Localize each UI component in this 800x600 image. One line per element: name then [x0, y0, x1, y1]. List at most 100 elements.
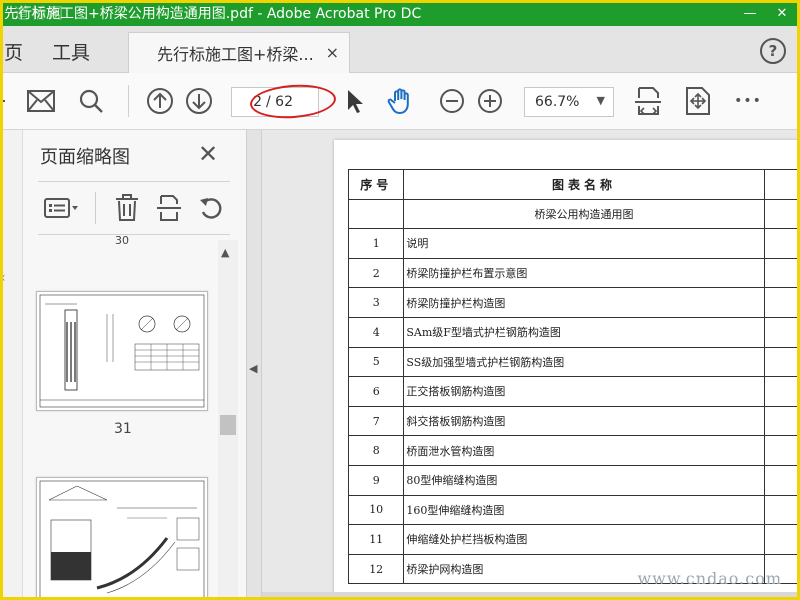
panel-splitter[interactable]: ◀ [246, 130, 262, 600]
column-header-name: 图表名称 [403, 169, 765, 200]
menu-tools[interactable]: 工具 [52, 38, 90, 65]
cell-empty [763, 405, 800, 437]
table-row: 5 SS级加强型墙式护栏钢筋构造图 [347, 346, 800, 378]
status-strip [262, 592, 800, 600]
row-drawing-name: 桥梁防撞护栏构造图 [403, 287, 765, 318]
toolbar: / 62 66.7% ▼ ••• [0, 73, 800, 130]
row-drawing-name: 正交搭板钢筋构造图 [403, 376, 765, 407]
cell-empty [763, 346, 800, 378]
cell-empty [763, 316, 800, 348]
cell-empty [763, 228, 800, 259]
panel-divider [38, 234, 230, 235]
row-number: 11 [347, 524, 405, 555]
table-row: 6 正交搭板钢筋构造图 [347, 376, 800, 407]
row-drawing-name: 伸缩缝处护栏挡板构造图 [403, 524, 765, 555]
tab-close-icon[interactable]: × [326, 43, 339, 62]
column-header-number: 序号 [347, 169, 405, 200]
collapse-panel-icon[interactable]: ‹ [0, 270, 20, 286]
close-window-button[interactable]: ✕ [766, 0, 798, 26]
more-tools-icon[interactable]: ••• [732, 86, 764, 116]
row-number: 10 [347, 494, 405, 526]
row-number: 2 [347, 257, 405, 289]
title-bar: 先行标施工图+桥梁公用构造通用图.pdf - Adobe Acrobat Pro… [0, 0, 800, 26]
panel-divider [38, 181, 230, 182]
row-number: 5 [347, 346, 405, 378]
table-row: 3 桥梁防撞护栏构造图 [347, 287, 800, 318]
scrollbar-thumb[interactable] [220, 415, 236, 435]
row-drawing-name: 斜交搭板钢筋构造图 [403, 405, 765, 437]
tab-document[interactable]: 先行标施工图+桥梁... × [128, 32, 350, 73]
drawing-index-table: 序号 图表名称 桥梁公用构造通用图 1 说明 2 桥梁防撞护栏布置示意图 3 桥梁防撞护栏… [347, 169, 800, 585]
row-number: 9 [347, 464, 405, 496]
row-number: 3 [347, 287, 405, 318]
panel-close-icon[interactable]: ✕ [198, 140, 218, 168]
fit-width-icon[interactable] [633, 86, 663, 116]
email-icon[interactable] [26, 86, 56, 116]
row-number: 8 [347, 435, 405, 466]
footer-watermark: www.cndao.com [637, 569, 782, 588]
cell-empty [763, 524, 800, 555]
document-view[interactable]: 序号 图表名称 桥梁公用构造通用图 1 说明 2 桥梁防撞护栏布置示意图 3 桥梁防撞护栏… [262, 130, 800, 600]
table-row: 9 80型伸缩缝构造图 [347, 464, 800, 496]
row-number: 12 [347, 553, 405, 585]
table-row: 4 SAm级F型墙式护栏钢筋构造图 [347, 316, 800, 348]
cell-empty [763, 257, 800, 289]
table-row: 11 伸缩缝处护栏挡板构造图 [347, 524, 800, 555]
cell-empty [763, 376, 800, 407]
section-row: 桥梁公用构造通用图 [347, 198, 800, 230]
row-number: 1 [347, 228, 405, 259]
row-drawing-name: 160型伸缩缝构造图 [403, 494, 765, 526]
zoom-level-select[interactable]: 66.7% ▼ [524, 87, 614, 117]
row-drawing-name: 桥面泄水管构造图 [403, 435, 765, 466]
thumbnail-page-32[interactable] [36, 477, 208, 600]
menu-home[interactable]: 页 [4, 38, 23, 65]
pdf-page: 序号 图表名称 桥梁公用构造通用图 1 说明 2 桥梁防撞护栏布置示意图 3 桥梁防撞护栏… [334, 140, 800, 600]
rotate-icon[interactable] [195, 192, 227, 224]
table-row: 1 说明 [347, 228, 800, 259]
row-drawing-name: 说明 [403, 228, 765, 259]
zoom-out-icon[interactable] [437, 86, 467, 116]
previous-page-icon[interactable] [145, 86, 175, 116]
table-row: 7 斜交搭板钢筋构造图 [347, 405, 800, 437]
hand-tool-icon[interactable] [386, 86, 416, 116]
trash-icon[interactable] [111, 192, 143, 224]
cell-empty [763, 494, 800, 526]
table-row: 10 160型伸缩缝构造图 [347, 494, 800, 526]
thumbnail-label: 31 [114, 421, 132, 437]
table-row: 8 桥面泄水管构造图 [347, 435, 800, 466]
thumbnail-label-partial: 30 [115, 234, 129, 246]
select-tool-icon[interactable] [340, 86, 370, 116]
cell-empty [763, 464, 800, 496]
tab-document-label: 先行标施工图+桥梁... [157, 45, 314, 64]
row-drawing-name: SAm级F型墙式护栏钢筋构造图 [403, 316, 765, 348]
cell-empty [763, 198, 800, 230]
help-icon[interactable]: ? [760, 38, 786, 64]
row-drawing-name: SS级加强型墙式护栏钢筋构造图 [403, 346, 765, 378]
panel-title: 页面缩略图 [40, 147, 130, 168]
row-number: 6 [347, 376, 405, 407]
partial-icon [0, 86, 8, 116]
table-row: 2 桥梁防撞护栏布置示意图 [347, 257, 800, 289]
column-header-blank [763, 169, 800, 200]
minimize-button[interactable]: — [734, 0, 766, 26]
extract-pages-icon[interactable] [153, 192, 185, 224]
scroll-up-icon[interactable]: ▲ [221, 246, 229, 259]
next-page-icon[interactable] [184, 86, 214, 116]
toolbar-divider [128, 85, 129, 117]
zoom-level-value: 66.7% [535, 94, 580, 110]
fit-page-icon[interactable] [683, 86, 713, 116]
panel-icon-divider [95, 192, 96, 224]
row-number: 7 [347, 405, 405, 437]
thumbnail-page-31[interactable] [36, 291, 208, 411]
section-title: 桥梁公用构造通用图 [403, 198, 765, 230]
zoom-in-icon[interactable] [475, 86, 505, 116]
collapse-sidebar-icon[interactable]: ◀ [249, 362, 257, 375]
tab-bar: 页 工具 先行标施工图+桥梁... × ? [0, 26, 800, 73]
row-drawing-name: 桥梁防撞护栏布置示意图 [403, 257, 765, 289]
cell-empty [347, 198, 405, 230]
row-drawing-name: 80型伸缩缝构造图 [403, 464, 765, 496]
search-icon[interactable] [76, 86, 106, 116]
watermark-text: 道桥网 [14, 4, 66, 22]
cell-empty [763, 435, 800, 466]
thumbnail-options-icon[interactable] [42, 192, 82, 224]
